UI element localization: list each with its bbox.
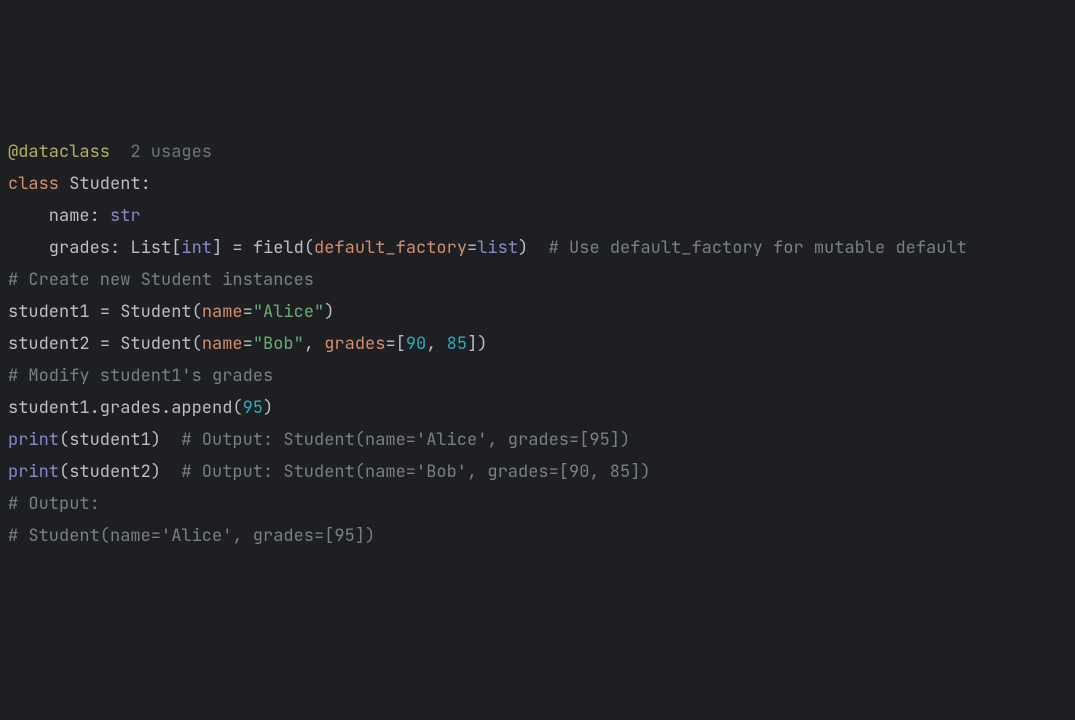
- comment: # Output: Student(name='Alice', grades=[…: [181, 429, 630, 451]
- code-line-field: name: str: [8, 200, 1067, 232]
- code-line-decorator: @dataclass 2 usages: [8, 136, 1067, 168]
- number-literal: 95: [243, 397, 263, 419]
- code-line-print: print(student2) # Output: Student(name='…: [8, 456, 1067, 488]
- string-literal: "Bob": [253, 333, 304, 355]
- code-line-assign: student2 = Student(name="Bob", grades=[9…: [8, 328, 1067, 360]
- code-line-assign: student1 = Student(name="Alice"): [8, 296, 1067, 328]
- decorator: @dataclass: [8, 141, 110, 163]
- number-literal: 90: [406, 333, 426, 355]
- param-grades: grades: [324, 333, 385, 355]
- type-str: str: [110, 205, 141, 227]
- code-line-comment: # Create new Student instances: [8, 264, 1067, 296]
- code-line-print: print(student1) # Output: Student(name='…: [8, 424, 1067, 456]
- code-line-comment: # Output:: [8, 488, 1067, 520]
- code-line-comment: # Modify student1's grades: [8, 360, 1067, 392]
- code-line-class: class Student:: [8, 168, 1067, 200]
- builtin-list: list: [477, 237, 518, 259]
- comment: # Output:: [8, 493, 100, 515]
- number-literal: 85: [447, 333, 467, 355]
- comment: # Create new Student instances: [8, 269, 314, 291]
- param-name: name: [202, 333, 243, 355]
- code-line-call: student1.grades.append(95): [8, 392, 1067, 424]
- comment: # Use default_factory for mutable defaul…: [549, 237, 967, 259]
- usages-hint[interactable]: 2 usages: [130, 141, 212, 163]
- builtin-print: print: [8, 461, 59, 483]
- param-default-factory: default_factory: [314, 237, 467, 259]
- keyword-class: class: [8, 173, 59, 195]
- code-line-field: grades: List[int] = field(default_factor…: [8, 232, 1067, 264]
- param-name: name: [202, 301, 243, 323]
- comment: # Modify student1's grades: [8, 365, 273, 387]
- code-editor[interactable]: @dataclass 2 usagesclass Student: name: …: [8, 136, 1067, 552]
- type-int: int: [181, 237, 212, 259]
- string-literal: "Alice": [253, 301, 324, 323]
- code-line-comment: # Student(name='Alice', grades=[95]): [8, 520, 1067, 552]
- comment: # Output: Student(name='Bob', grades=[90…: [181, 461, 650, 483]
- builtin-print: print: [8, 429, 59, 451]
- comment: # Student(name='Alice', grades=[95]): [8, 525, 375, 547]
